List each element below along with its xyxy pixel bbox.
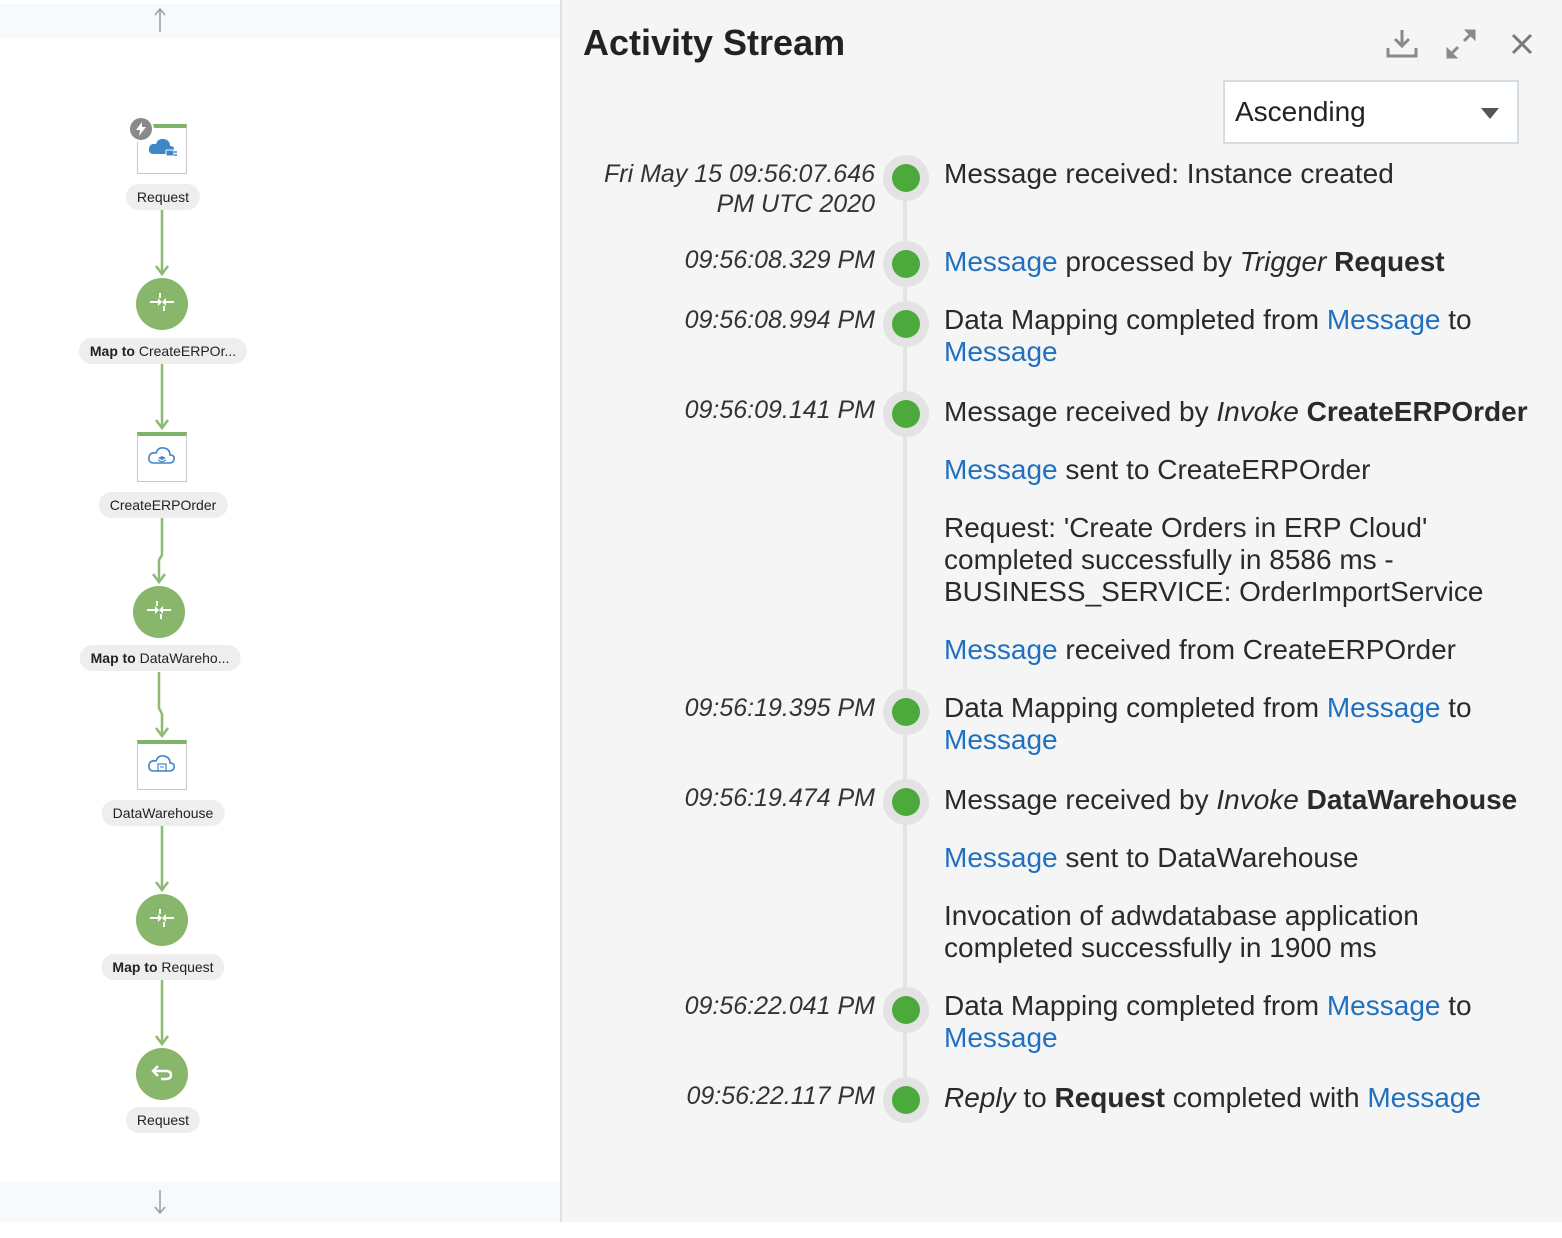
- event-timestamp: Fri May 15 09:56:07.646 PM UTC 2020: [604, 160, 875, 218]
- node-label[interactable]: Map to CreateERPOr...: [78, 338, 248, 364]
- panel-title: Activity Stream: [583, 22, 846, 63]
- message-link[interactable]: Message: [1327, 304, 1441, 335]
- message-link[interactable]: Message: [944, 246, 1058, 277]
- message-link[interactable]: Message: [1327, 990, 1441, 1021]
- event-timestamp: 09:56:19.395 PM: [684, 694, 875, 722]
- close-icon: [1510, 32, 1534, 61]
- event-detail: Message sent to CreateERPOrder: [944, 454, 1371, 485]
- flow-canvas[interactable]: Request Map to CreateERPOr... CreateERPO…: [0, 0, 560, 1238]
- event-message: Message received: Instance created: [944, 158, 1394, 189]
- node-label[interactable]: Map to DataWareho...: [79, 645, 241, 671]
- event-timestamp: 09:56:08.329 PM: [684, 246, 875, 274]
- download-icon: [1385, 28, 1419, 65]
- connector-line: [157, 672, 164, 734]
- event-timestamp: 09:56:08.994 PM: [684, 306, 875, 334]
- event-timestamp: 09:56:22.117 PM: [686, 1082, 875, 1110]
- map-icon: [149, 907, 175, 934]
- expand-button[interactable]: [1441, 26, 1481, 66]
- timeline-dot: [883, 1077, 929, 1123]
- message-link[interactable]: Message: [944, 634, 1058, 665]
- event-message: Data Mapping completed from Message to M…: [944, 692, 1472, 755]
- message-link[interactable]: Message: [1367, 1082, 1481, 1113]
- node-label[interactable]: Map to Request: [101, 954, 225, 980]
- flow-node-map-datawarehouse[interactable]: [133, 586, 185, 638]
- expand-icon: [1444, 27, 1478, 66]
- event-message: Message received by Invoke DataWarehouse: [944, 784, 1518, 815]
- map-icon: [149, 291, 175, 318]
- flow-node-map-createerporder[interactable]: [136, 278, 188, 330]
- map-icon: [146, 599, 172, 626]
- event-message: Message received by Invoke CreateERPOrde…: [944, 396, 1528, 427]
- scroll-up-arrow-icon: [154, 7, 166, 32]
- flow-connectors: [152, 7, 169, 1215]
- flow-node-map-request[interactable]: [136, 894, 188, 946]
- return-icon: [150, 1062, 174, 1087]
- flow-node-return-request[interactable]: [136, 1048, 188, 1100]
- flow-node-invoke-createerporder[interactable]: [137, 432, 187, 482]
- message-link[interactable]: Message: [944, 724, 1058, 755]
- message-link[interactable]: Message: [944, 842, 1058, 873]
- timeline-dot: [883, 391, 929, 437]
- event-message: Data Mapping completed from Message to M…: [944, 304, 1472, 367]
- event-detail: Message sent to DataWarehouse: [944, 842, 1359, 873]
- timeline-dot: [883, 689, 929, 735]
- scroll-down-arrow-icon: [154, 1190, 166, 1215]
- activity-stream-panel: Activity Stream Ascending Fri May 15 09:…: [560, 0, 1562, 1222]
- node-label[interactable]: CreateERPOrder: [98, 492, 228, 518]
- message-link[interactable]: Message: [944, 1022, 1058, 1053]
- sort-order-select[interactable]: Ascending: [1223, 80, 1519, 144]
- event-timestamp: 09:56:22.041 PM: [684, 992, 875, 1020]
- close-button[interactable]: [1502, 26, 1542, 66]
- event-detail: Message received from CreateERPOrder: [944, 634, 1456, 665]
- sort-order-value: Ascending: [1235, 96, 1366, 127]
- timeline-dot: [883, 241, 929, 287]
- cloud-plug-icon: [147, 136, 177, 165]
- message-link[interactable]: Message: [1327, 692, 1441, 723]
- event-timestamp: 09:56:19.474 PM: [684, 784, 875, 812]
- node-label[interactable]: Request: [125, 1107, 201, 1133]
- timeline-dot: [883, 155, 929, 201]
- event-message: Data Mapping completed from Message to M…: [944, 990, 1472, 1053]
- event-message: Reply to Request completed with Message: [944, 1082, 1481, 1113]
- timeline-dot: [883, 301, 929, 347]
- connector-line: [157, 518, 164, 580]
- message-link[interactable]: Message: [944, 454, 1058, 485]
- trigger-badge-icon: [128, 116, 154, 142]
- node-label[interactable]: DataWarehouse: [101, 800, 225, 826]
- timeline-dot: [883, 987, 929, 1033]
- chevron-down-icon: [1481, 108, 1499, 119]
- event-timestamp: 09:56:09.141 PM: [684, 396, 875, 424]
- timeline-dot: [883, 779, 929, 825]
- cloud-stack-icon: [147, 444, 177, 473]
- cloud-db-icon: [147, 752, 177, 781]
- event-detail: Request: 'Create Orders in ERP Cloud' co…: [944, 512, 1484, 607]
- flow-node-invoke-datawarehouse[interactable]: [137, 740, 187, 790]
- node-label[interactable]: Request: [125, 184, 201, 210]
- event-detail: Invocation of adwdatabase application co…: [944, 900, 1419, 963]
- message-link[interactable]: Message: [944, 336, 1058, 367]
- download-button[interactable]: [1382, 26, 1422, 66]
- event-message: Message processed by Trigger Request: [944, 246, 1445, 277]
